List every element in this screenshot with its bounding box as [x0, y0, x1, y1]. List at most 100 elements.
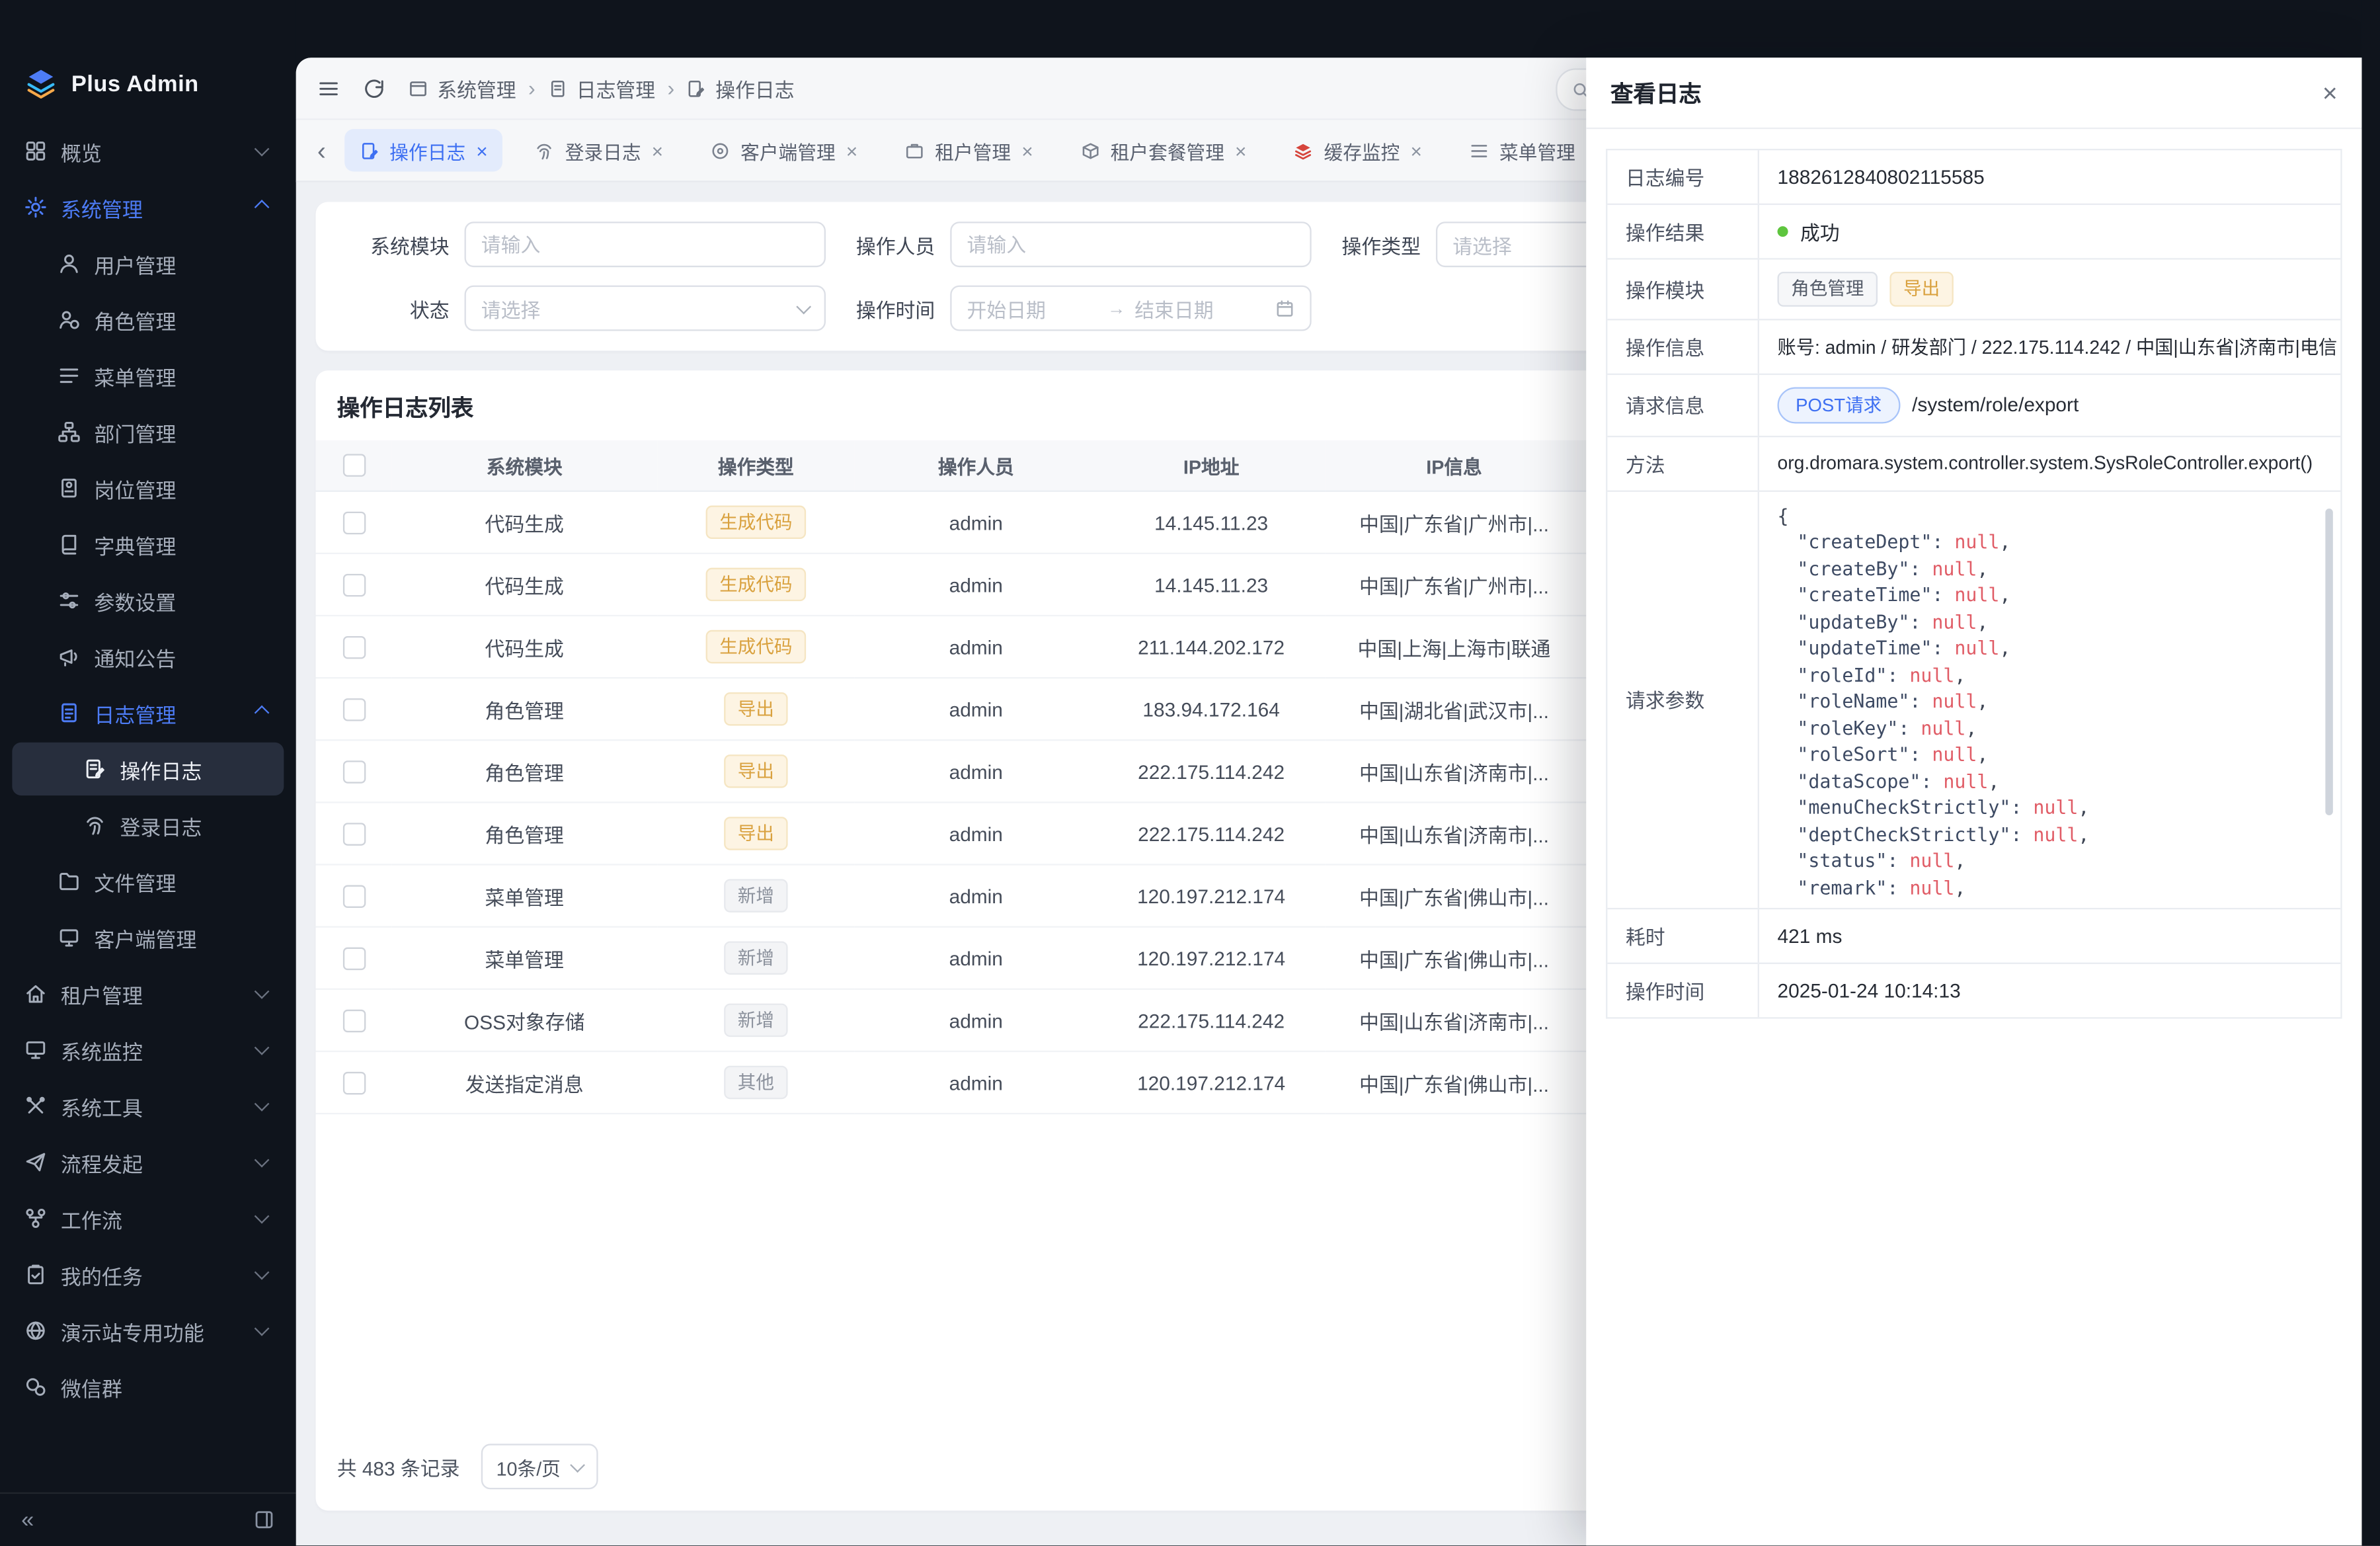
chevron-down-icon	[796, 298, 811, 313]
sidebar-item-dict-management[interactable]: 字典管理	[12, 518, 284, 571]
sidebar-item-process-initiate[interactable]: 流程发起	[12, 1135, 284, 1188]
row-checkbox[interactable]	[342, 1071, 365, 1094]
status-select[interactable]: 请选择	[465, 286, 826, 331]
select-all-checkbox[interactable]	[342, 454, 365, 476]
paper-plane-icon	[24, 1151, 47, 1173]
row-checkbox[interactable]	[342, 635, 365, 658]
sidebar-item-dept-management[interactable]: 部门管理	[12, 405, 284, 458]
tab-tenant-package-management[interactable]: 租户套餐管理 ×	[1065, 129, 1262, 171]
breadcrumb-separator: ›	[668, 77, 675, 99]
page-size-select[interactable]: 10条/页	[481, 1444, 599, 1489]
package-icon	[1080, 140, 1100, 160]
row-checkbox[interactable]	[342, 884, 365, 907]
sidebar-item-menu-management[interactable]: 菜单管理	[12, 349, 284, 402]
sidebar-item-demo-features[interactable]: 演示站专用功能	[12, 1304, 284, 1357]
tab-operation-log[interactable]: 操作日志 ×	[344, 129, 502, 171]
operator-input[interactable]	[950, 222, 1311, 267]
close-icon[interactable]: ×	[1410, 140, 1421, 160]
sidebar-item-system-tools[interactable]: 系统工具	[12, 1079, 284, 1132]
sidebar-item-my-tasks[interactable]: 我的任务	[12, 1248, 284, 1301]
sidebar-item-tenant-management[interactable]: 租户管理	[12, 967, 284, 1020]
log-id-value: 1882612840802115585	[1759, 150, 2340, 203]
chat-bubbles-icon	[24, 1375, 47, 1398]
fingerprint-icon	[535, 140, 555, 160]
chevron-down-icon	[255, 1265, 270, 1280]
breadcrumb-item-system[interactable]: 系统管理	[409, 73, 516, 102]
close-icon[interactable]: ×	[2322, 80, 2338, 106]
detail-row-module: 操作模块 角色管理 导出	[1607, 260, 2340, 320]
success-status-dot	[1778, 226, 1788, 237]
operation-time-range-picker[interactable]: 开始日期 → 结束日期	[950, 286, 1311, 331]
operation-time-value: 2025-01-24 10:14:13	[1759, 963, 2340, 1016]
tabs-scroll-left-icon[interactable]: ‹	[317, 138, 326, 163]
system-module-input[interactable]	[465, 222, 826, 267]
breadcrumb-item-log-management[interactable]: 日志管理	[547, 73, 655, 102]
tab-cache-monitor[interactable]: 缓存监控 ×	[1279, 129, 1437, 171]
tab-client-management[interactable]: 客户端管理 ×	[695, 129, 873, 171]
row-checkbox[interactable]	[342, 947, 365, 969]
row-checkbox[interactable]	[342, 511, 365, 534]
close-icon[interactable]: ×	[652, 140, 663, 160]
sidebar-footer: «	[0, 1492, 296, 1545]
sidebar-item-login-log[interactable]: 登录日志	[12, 799, 284, 852]
sidebar-item-overview[interactable]: 概览	[12, 124, 284, 177]
refresh-icon[interactable]	[363, 77, 385, 99]
sidebar-item-role-management[interactable]: 角色管理	[12, 293, 284, 346]
tab-login-log[interactable]: 登录日志 ×	[520, 129, 678, 171]
sidebar-item-operation-log[interactable]: 操作日志	[12, 743, 284, 795]
row-checkbox[interactable]	[342, 760, 365, 782]
logo-icon	[24, 67, 58, 101]
sidebar-item-post-management[interactable]: 岗位管理	[12, 462, 284, 514]
detail-row-duration: 耗时 421 ms	[1607, 909, 2340, 964]
sidebar-item-workflow[interactable]: 工作流	[12, 1192, 284, 1244]
sidebar-item-notice[interactable]: 通知公告	[12, 630, 284, 683]
home-icon	[24, 982, 47, 1004]
sidebar-item-wechat-group[interactable]: 微信群	[12, 1360, 284, 1413]
row-checkbox[interactable]	[342, 698, 365, 720]
operation-type-tag: 新增	[724, 878, 787, 913]
col-ip-address: IP地址	[1097, 440, 1325, 491]
filter-system-module: 系统模块	[340, 222, 826, 267]
collapse-sidebar-icon[interactable]: «	[21, 1508, 34, 1531]
grid-icon	[24, 140, 47, 162]
close-icon[interactable]: ×	[846, 140, 857, 160]
log-detail-table: 日志编号 1882612840802115585 操作结果 成功 操作模块 角色…	[1606, 149, 2342, 1018]
close-icon[interactable]: ×	[1021, 140, 1033, 160]
row-checkbox[interactable]	[342, 573, 365, 596]
request-path-value: /system/role/export	[1912, 393, 2079, 416]
detail-row-log-id: 日志编号 1882612840802115585	[1607, 150, 2340, 205]
detail-row-method: 方法 org.dromara.system.controller.system.…	[1607, 437, 2340, 492]
operation-info-value: 账号: admin / 研发部门 / 222.175.114.242 / 中国|…	[1759, 320, 2340, 373]
client-icon	[58, 926, 80, 949]
sidebar-item-system-management[interactable]: 系统管理	[12, 181, 284, 233]
filter-operator: 操作人员	[826, 222, 1312, 267]
method-value: org.dromara.system.controller.system.Sys…	[1759, 437, 2340, 490]
row-checkbox[interactable]	[342, 1009, 365, 1032]
document-icon	[547, 78, 567, 98]
chevron-down-icon	[255, 1096, 270, 1112]
sidebar-item-file-management[interactable]: 文件管理	[12, 855, 284, 908]
hamburger-menu-icon[interactable]	[317, 77, 340, 99]
close-icon[interactable]: ×	[1235, 140, 1246, 160]
action-tag: 导出	[1889, 272, 1953, 306]
chevron-down-icon	[255, 984, 270, 999]
sidebar-item-param-settings[interactable]: 参数设置	[12, 574, 284, 627]
window-icon	[409, 78, 428, 98]
app-logo[interactable]: Plus Admin	[0, 0, 296, 112]
request-params-code[interactable]: { createDeptnull createBynull createTime…	[1763, 501, 2335, 899]
megaphone-icon	[58, 645, 80, 668]
row-checkbox[interactable]	[342, 822, 365, 844]
chevron-down-icon	[571, 1457, 586, 1472]
sidebar-item-client-management[interactable]: 客户端管理	[12, 911, 284, 964]
sidebar-item-log-management[interactable]: 日志管理	[12, 686, 284, 739]
tab-tenant-management[interactable]: 租户管理 ×	[889, 129, 1048, 171]
close-icon[interactable]: ×	[476, 140, 487, 160]
code-scrollbar-thumb[interactable]	[2325, 509, 2332, 815]
sidebar-item-system-monitor[interactable]: 系统监控	[12, 1023, 284, 1076]
breadcrumb-item-operation-log[interactable]: 操作日志	[687, 73, 795, 102]
view-log-drawer: 查看日志 × 日志编号 1882612840802115585 操作结果 成功 …	[1586, 58, 2361, 1545]
filter-operation-time: 操作时间 开始日期 → 结束日期	[826, 286, 1312, 331]
sidebar-item-user-management[interactable]: 用户管理	[12, 237, 284, 290]
chevron-up-icon	[255, 200, 270, 215]
pin-panel-icon[interactable]	[253, 1509, 274, 1530]
